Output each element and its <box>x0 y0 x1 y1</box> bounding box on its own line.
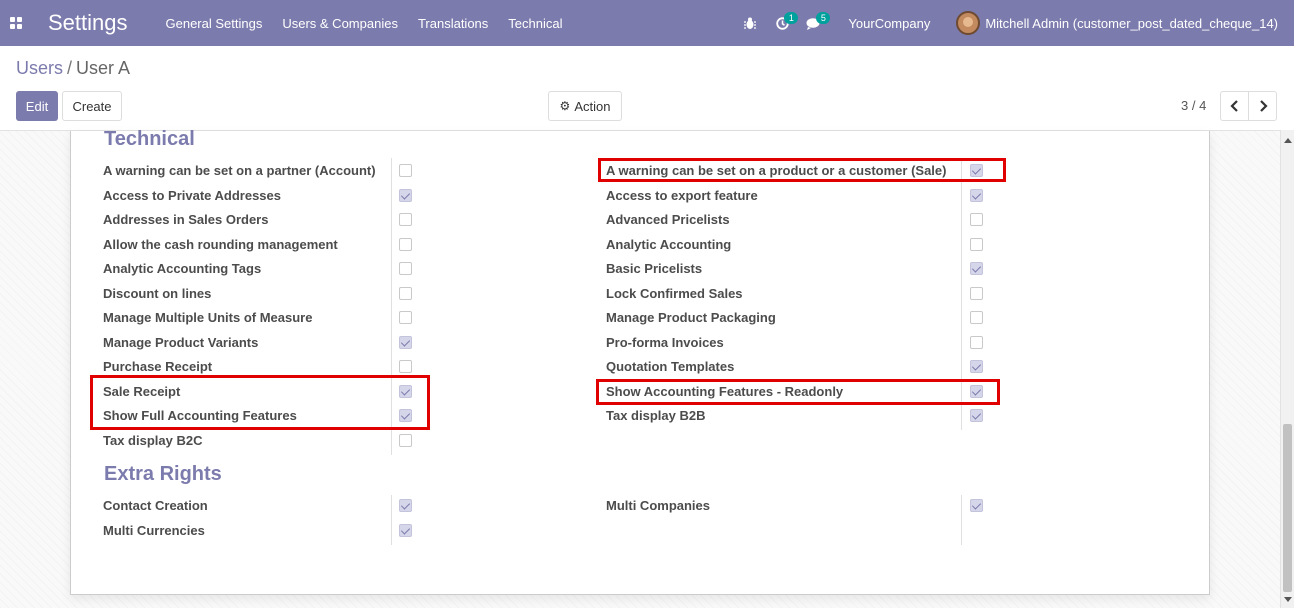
scroll-thumb[interactable] <box>1283 424 1292 592</box>
field-label: Access to Private Addresses <box>103 187 282 203</box>
breadcrumb-users[interactable]: Users <box>16 58 63 78</box>
menu-users-companies[interactable]: Users & Companies <box>282 16 398 31</box>
chevron-left-icon <box>1229 100 1238 112</box>
permission-checkbox[interactable] <box>970 335 983 349</box>
chevron-right-icon <box>1259 100 1268 112</box>
field-label: Purchase Receipt <box>103 359 213 374</box>
activity-count-badge: 1 <box>784 12 799 24</box>
permission-checkbox[interactable] <box>399 188 412 202</box>
messages-chat-icon[interactable]: 5 <box>798 0 831 46</box>
permission-checkbox[interactable] <box>970 499 983 512</box>
pager-value[interactable]: 3 / 4 <box>1181 98 1206 113</box>
field-label: Manage Product Variants <box>103 334 259 350</box>
group-title-technical: Technical <box>104 128 195 150</box>
activity-clock-icon[interactable]: 1 <box>766 0 799 46</box>
messages-count-badge: 5 <box>816 12 831 24</box>
permission-checkbox[interactable] <box>399 262 412 275</box>
field-label: Tax display B2C <box>103 432 203 448</box>
field-label: Allow the cash rounding management <box>103 236 338 252</box>
permission-checkbox[interactable] <box>399 311 412 324</box>
permission-checkbox[interactable] <box>970 237 983 251</box>
permission-checkbox[interactable] <box>970 311 983 324</box>
permission-checkbox[interactable] <box>970 262 983 275</box>
permission-checkbox[interactable] <box>970 188 983 202</box>
breadcrumb-separator: / <box>67 58 73 78</box>
permission-checkbox[interactable] <box>399 164 412 177</box>
breadcrumb-current: User A <box>76 58 131 78</box>
field-label: Addresses in Sales Orders <box>103 212 269 227</box>
permission-checkbox[interactable] <box>399 286 412 300</box>
field-label: Manage Multiple Units of Measure <box>103 310 313 325</box>
permission-checkbox[interactable] <box>399 499 412 512</box>
field-label: Access to export feature <box>606 187 758 203</box>
field-label: Manage Product Packaging <box>606 310 776 325</box>
menu-translations[interactable]: Translations <box>418 16 488 31</box>
field-label: Tax display B2B <box>606 408 706 423</box>
breadcrumb: Users / User A <box>16 58 130 79</box>
user-avatar[interactable] <box>956 11 981 35</box>
app-title[interactable]: Settings <box>48 10 128 36</box>
highlight-box-warning-sale <box>598 158 1006 182</box>
field-label: A warning can be set on a partner (Accou… <box>103 163 376 178</box>
permission-checkbox[interactable] <box>970 213 983 226</box>
scroll-down-arrow-icon[interactable] <box>1284 597 1292 602</box>
permission-checkbox[interactable] <box>399 213 412 226</box>
apps-menu-icon[interactable] <box>0 0 32 46</box>
form-view-area: Technical Extra Rights A warning can be … <box>0 128 1280 608</box>
permission-checkbox[interactable] <box>399 433 412 447</box>
group-title-extra-rights: Extra Rights <box>104 463 222 485</box>
field-label: Analytic Accounting <box>606 236 732 252</box>
page-scrollbar[interactable] <box>1280 130 1294 608</box>
top-navbar: Settings General Settings Users & Compan… <box>0 0 1294 46</box>
permission-checkbox[interactable] <box>399 237 412 251</box>
field-label: Quotation Templates <box>606 359 735 374</box>
field-label: Lock Confirmed Sales <box>606 285 743 301</box>
field-label: Basic Pricelists <box>606 261 703 276</box>
edit-button[interactable]: Edit <box>16 91 58 121</box>
field-label: Multi Currencies <box>103 522 205 538</box>
highlight-box-accounting-readonly <box>596 379 1000 405</box>
field-label: Pro-forma Invoices <box>606 334 724 350</box>
permission-checkbox[interactable] <box>970 286 983 300</box>
menu-technical[interactable]: Technical <box>508 16 562 31</box>
pager-next-button[interactable] <box>1248 91 1277 121</box>
menu-general-settings[interactable]: General Settings <box>166 16 263 31</box>
permission-checkbox[interactable] <box>399 335 412 349</box>
scroll-up-arrow-icon[interactable] <box>1284 138 1292 143</box>
form-sheet: Technical Extra Rights A warning can be … <box>70 128 1210 595</box>
highlight-box-sale-receipt-accounting <box>90 375 430 430</box>
action-button[interactable]: ⚙ Action <box>548 91 622 121</box>
pager-previous-button[interactable] <box>1220 91 1249 121</box>
debug-bug-icon[interactable] <box>734 0 766 46</box>
gear-icon: ⚙ <box>559 99 571 113</box>
company-switcher[interactable]: YourCompany <box>848 16 930 31</box>
user-menu[interactable]: Mitchell Admin (customer_post_dated_cheq… <box>985 16 1278 31</box>
column-divider <box>961 495 962 545</box>
field-label: Discount on lines <box>103 285 212 301</box>
field-label: Contact Creation <box>103 498 208 513</box>
field-label: Analytic Accounting Tags <box>103 261 262 276</box>
permission-checkbox[interactable] <box>399 523 412 537</box>
field-label: Multi Companies <box>606 498 711 513</box>
field-label: Advanced Pricelists <box>606 212 730 227</box>
permission-checkbox[interactable] <box>970 409 983 422</box>
create-button[interactable]: Create <box>62 91 122 121</box>
permission-checkbox[interactable] <box>399 360 412 373</box>
column-divider <box>391 495 392 545</box>
action-label: Action <box>574 98 611 114</box>
permission-checkbox[interactable] <box>970 360 983 373</box>
